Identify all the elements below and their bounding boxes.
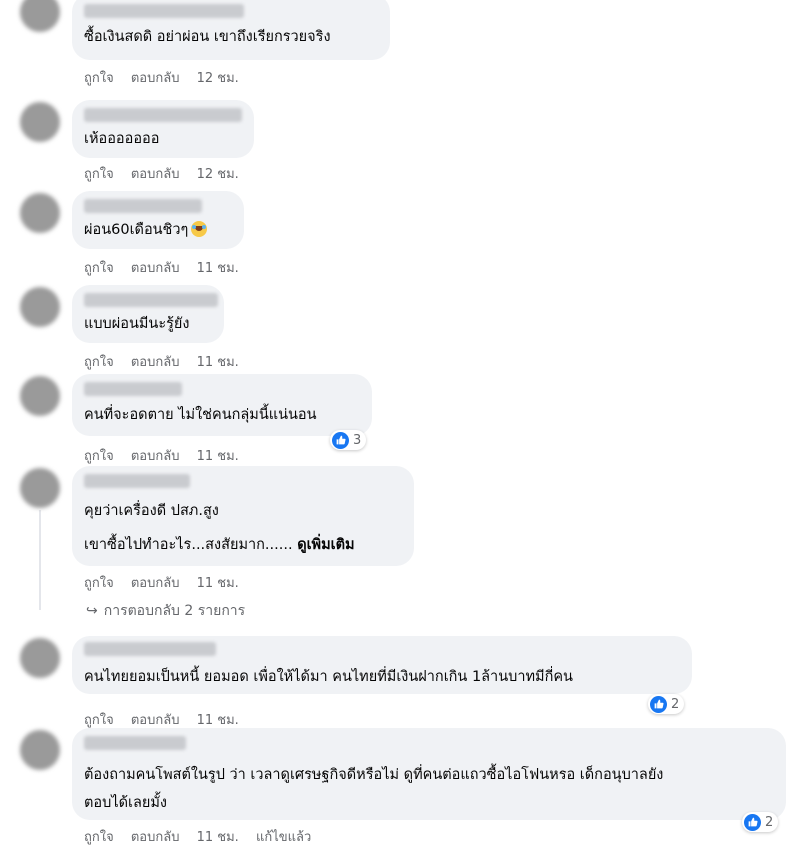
timestamp[interactable]: 11 ชม.	[197, 261, 239, 276]
author-name-blurred[interactable]	[84, 293, 218, 307]
comment-text-content: เขาซื้อไปทำอะไร...สงสัยมาก......	[84, 537, 293, 553]
author-name-blurred[interactable]	[84, 642, 216, 656]
avatar[interactable]	[20, 468, 60, 508]
comment-actions: ถูกใจ ตอบกลับ 11 ชม.	[84, 709, 252, 730]
comment-text-content: ผ่อน60เดือนชิวๆ	[84, 222, 189, 238]
thread-line	[39, 510, 41, 610]
reply-button[interactable]: ตอบกลับ	[131, 355, 180, 370]
thumbs-up-icon	[650, 695, 667, 713]
timestamp[interactable]: 11 ชม.	[197, 576, 239, 591]
avatar[interactable]	[20, 102, 60, 142]
avatar[interactable]	[20, 376, 60, 416]
reply-button[interactable]: ตอบกลับ	[131, 830, 180, 845]
reaction-number: 3	[353, 432, 362, 448]
author-name-blurred[interactable]	[84, 199, 202, 213]
comment-actions: ถูกใจ ตอบกลับ 11 ชม.	[84, 572, 252, 593]
reaction-count[interactable]: 2	[648, 694, 685, 714]
comment-text: ผ่อน60เดือนชิวๆ	[84, 217, 208, 243]
comment-bubble: ซื้อเงินสดดิ อย่าผ่อน เขาถึงเรียกรวยจริง	[72, 0, 390, 60]
reply-button[interactable]: ตอบกลับ	[131, 713, 180, 728]
comment-bubble: คุยว่าเครื่องดี ปสภ.สูง เขาซื้อไปทำอะไร.…	[72, 466, 414, 566]
comment-text: ต้องถามคนโพสต์ในรูป ว่า เวลาดูเศรษฐกิจดี…	[84, 767, 664, 783]
comment-bubble: เห้อออออออ	[72, 100, 254, 158]
thumbs-up-icon	[332, 431, 349, 449]
like-button[interactable]: ถูกใจ	[84, 576, 114, 591]
reaction-count[interactable]: 2	[742, 812, 779, 832]
avatar[interactable]	[20, 730, 60, 770]
author-name-blurred[interactable]	[84, 108, 242, 122]
avatar[interactable]	[20, 287, 60, 327]
author-name-blurred[interactable]	[84, 382, 182, 396]
avatar[interactable]	[20, 0, 60, 32]
comment-actions: ถูกใจ ตอบกลับ 11 ชม.	[84, 445, 252, 466]
reply-button[interactable]: ตอบกลับ	[131, 167, 180, 182]
avatar[interactable]	[20, 193, 60, 233]
author-name-blurred[interactable]	[84, 4, 244, 18]
reply-button[interactable]: ตอบกลับ	[131, 576, 180, 591]
like-button[interactable]: ถูกใจ	[84, 355, 114, 370]
comment-actions: ถูกใจ ตอบกลับ 12 ชม.	[84, 163, 252, 184]
like-button[interactable]: ถูกใจ	[84, 261, 114, 276]
like-button[interactable]: ถูกใจ	[84, 167, 114, 182]
comment-actions: ถูกใจ ตอบกลับ 11 ชม.	[84, 351, 252, 372]
comment-text: เขาซื้อไปทำอะไร...สงสัยมาก...... ดูเพิ่ม…	[84, 532, 355, 558]
comment-bubble: แบบผ่อนมีนะรู้ยัง	[72, 285, 224, 343]
comment-bubble: คนไทยยอมเป็นหนี้ ยอมอด เพื่อให้ได้มา คนไ…	[72, 636, 692, 694]
timestamp[interactable]: 12 ชม.	[197, 167, 239, 182]
comment-bubble: คนที่จะอดตาย ไม่ใช่คนกลุ่มนี้แน่นอน	[72, 374, 372, 436]
comment-bubble: ต้องถามคนโพสต์ในรูป ว่า เวลาดูเศรษฐกิจดี…	[72, 728, 786, 820]
reaction-number: 2	[671, 696, 680, 712]
reply-button[interactable]: ตอบกลับ	[131, 261, 180, 276]
comment-text: ตอบได้เลยมั้ง	[84, 795, 168, 811]
comment-text: เห้อออออออ	[84, 131, 160, 147]
thumbs-up-icon	[744, 813, 761, 831]
timestamp[interactable]: 11 ชม.	[197, 355, 239, 370]
timestamp[interactable]: 11 ชม.	[197, 449, 239, 464]
author-name-blurred[interactable]	[84, 474, 190, 488]
timestamp[interactable]: 11 ชม.	[197, 713, 239, 728]
edited-label: แก้ไขแล้ว	[255, 830, 312, 845]
comment-actions: ถูกใจ ตอบกลับ 11 ชม.	[84, 257, 252, 278]
reply-arrow-icon: ↪	[86, 603, 98, 619]
comment-text: คนที่จะอดตาย ไม่ใช่คนกลุ่มนี้แน่นอน	[84, 407, 317, 423]
view-replies-link[interactable]: ↪ การตอบกลับ 2 รายการ	[86, 600, 245, 622]
timestamp[interactable]: 12 ชม.	[197, 71, 239, 86]
comment-text: คุยว่าเครื่องดี ปสภ.สูง	[84, 503, 219, 519]
like-button[interactable]: ถูกใจ	[84, 71, 114, 86]
comment-text: ซื้อเงินสดดิ อย่าผ่อน เขาถึงเรียกรวยจริง	[84, 29, 331, 45]
comment-text: แบบผ่อนมีนะรู้ยัง	[84, 316, 190, 332]
comment-actions: ถูกใจ ตอบกลับ 12 ชม.	[84, 67, 252, 88]
timestamp[interactable]: 11 ชม.	[197, 830, 239, 845]
laughing-tears-emoji-icon	[191, 221, 208, 237]
avatar[interactable]	[20, 638, 60, 678]
comment-actions: ถูกใจ ตอบกลับ 11 ชม. แก้ไขแล้ว	[84, 826, 324, 847]
author-name-blurred[interactable]	[84, 736, 186, 750]
comment-text: คนไทยยอมเป็นหนี้ ยอมอด เพื่อให้ได้มา คนไ…	[84, 669, 573, 685]
reaction-count[interactable]: 3	[330, 430, 367, 450]
like-button[interactable]: ถูกใจ	[84, 713, 114, 728]
reply-button[interactable]: ตอบกลับ	[131, 71, 180, 86]
like-button[interactable]: ถูกใจ	[84, 449, 114, 464]
reaction-number: 2	[765, 814, 774, 830]
reply-button[interactable]: ตอบกลับ	[131, 449, 180, 464]
replies-count-text: การตอบกลับ 2 รายการ	[103, 603, 246, 619]
see-more-link[interactable]: ดูเพิ่มเติม	[297, 537, 354, 553]
comment-bubble: ผ่อน60เดือนชิวๆ	[72, 191, 244, 249]
like-button[interactable]: ถูกใจ	[84, 830, 114, 845]
